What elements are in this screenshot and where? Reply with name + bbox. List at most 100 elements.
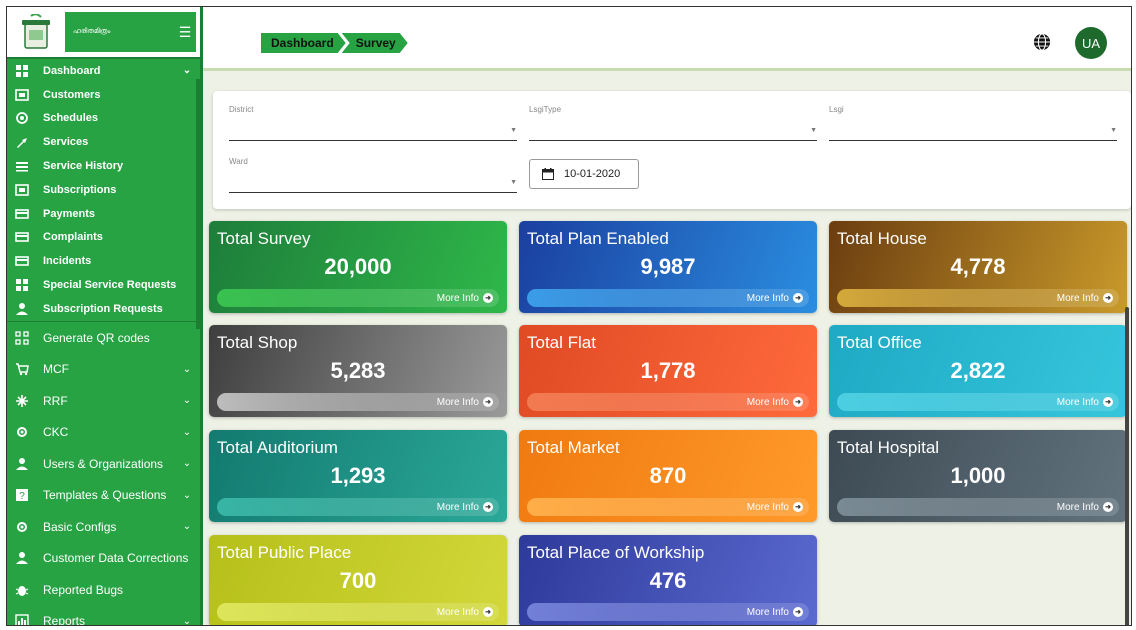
reports-icon [13,614,31,625]
more-info-link[interactable]: More Info ➜ [217,498,499,516]
brand-logo[interactable] [13,9,59,55]
card-title: Total Shop [217,333,298,352]
sidebar-item-customers[interactable]: Customers [7,83,200,107]
svg-text:?: ? [19,491,25,502]
more-info-label: More Info [746,501,789,513]
arrow-circle-icon: ➜ [483,607,493,617]
complaints-icon [13,230,31,244]
card-value: 2,822 [950,358,1006,383]
sidebar-item-label: MCF [43,362,69,377]
more-info-label: More Info [746,606,789,618]
chevron-down-icon[interactable]: ⌄ [180,490,194,501]
breadcrumb-survey[interactable]: Survey [342,33,408,53]
ward-label: Ward [229,157,248,166]
sidebar-item-users-organizations[interactable]: Users & Organizations ⌄ [7,448,200,480]
date-picker-button[interactable]: 10-01-2020 [529,159,639,189]
more-info-link[interactable]: More Info ➜ [527,393,809,411]
sidebar-item-special-service-requests[interactable]: Special Service Requests [7,273,200,297]
brand-bar: ഹരിതമിത്രം ☰ [7,7,200,59]
district-select[interactable]: District ▼ [229,105,517,141]
sidebar-item-label: Services [43,136,89,149]
sidebar-item-label: Schedules [43,112,99,125]
caret-down-icon: ▼ [1110,127,1117,134]
card-title: Total House [837,229,927,248]
sidebar-item-label: Special Service Requests [43,279,177,292]
more-info-label: More Info [1056,396,1099,408]
menu-toggle-button[interactable]: ☰ [174,12,196,52]
chevron-down-icon[interactable]: ⌄ [180,458,194,469]
sidebar-item-basic-configs[interactable]: Basic Configs ⌄ [7,511,200,543]
more-info-link[interactable]: More Info ➜ [527,498,809,516]
more-info-label: More Info [1056,292,1099,304]
sidebar-item-payments[interactable]: Payments [7,202,200,226]
breadcrumb-dashboard[interactable]: Dashboard [261,33,346,53]
arrow-circle-icon: ➜ [793,397,803,407]
sidebar-item-templates-questions[interactable]: ? Templates & Questions ⌄ [7,479,200,511]
sidebar-item-service-history[interactable]: Service History [7,154,200,178]
sidebar-item-label: Generate QR codes [43,330,150,345]
sidebar-item-schedules[interactable]: Schedules [7,107,200,131]
chevron-down-icon[interactable]: ⌄ [180,616,194,625]
sidebar-item-mcf[interactable]: MCF ⌄ [7,353,200,385]
sidebar-item-customer-data-corrections[interactable]: Customer Data Corrections [7,542,200,574]
more-info-link[interactable]: More Info ➜ [837,393,1119,411]
card-value: 1,000 [950,463,1006,488]
more-info-label: More Info [436,396,479,408]
payments-icon [13,207,31,221]
chevron-down-icon[interactable]: ⌄ [180,521,194,532]
sidebar-nav: Dashboard ⌄ Customers Schedules Services Serv… [7,59,200,625]
globe-icon[interactable] [1033,33,1051,51]
sidebar-item-reported-bugs[interactable]: Reported Bugs [7,574,200,606]
more-info-label: More Info [436,292,479,304]
chevron-down-icon[interactable]: ⌄ [180,65,194,76]
user-avatar[interactable]: UA [1075,27,1107,59]
breadcrumb: Dashboard Survey [261,33,404,53]
sidebar-item-label: Subscription Requests [43,302,163,315]
sidebar-item-incidents[interactable]: Incidents [7,249,200,273]
lsgi-select[interactable]: Lsgi ▼ [829,105,1117,141]
arrow-circle-icon: ➜ [483,397,493,407]
chevron-down-icon[interactable]: ⌄ [180,395,194,406]
more-info-link[interactable]: More Info ➜ [217,289,499,307]
more-info-link[interactable]: More Info ➜ [837,289,1119,307]
chevron-down-icon[interactable]: ⌄ [180,364,194,375]
rrf-icon [13,394,31,408]
main-scrollbar[interactable] [1125,307,1129,625]
stat-card-total-market: Total Market 870 More Info ➜ [519,430,817,522]
sidebar-item-label: Complaints [43,231,103,244]
customers-icon [13,88,31,102]
sidebar-item-subscription-requests[interactable]: Subscription Requests [7,297,200,321]
stat-card-total-public-place: Total Public Place 700 More Info ➜ [209,535,507,625]
more-info-link[interactable]: More Info ➜ [527,603,809,621]
stat-card-total-shop: Total Shop 5,283 More Info ➜ [209,325,507,417]
card-title: Total Survey [217,229,311,248]
more-info-label: More Info [436,606,479,618]
more-info-link[interactable]: More Info ➜ [837,498,1119,516]
sidebar: ഹരിതമിത്രം ☰ Dashboard ⌄ Customers Schedule… [7,7,203,625]
sidebar-item-subscriptions[interactable]: Subscriptions [7,178,200,202]
sidebar-item-rrf[interactable]: RRF ⌄ [7,385,200,417]
sidebar-item-services[interactable]: Services [7,130,200,154]
lsgi-type-label: LsgiType [529,105,562,114]
lsgi-type-select[interactable]: LsgiType ▼ [529,105,817,141]
more-info-label: More Info [746,396,789,408]
sidebar-item-ckc[interactable]: CKC ⌄ [7,416,200,448]
ckc-icon [13,425,31,439]
card-title: Total Hospital [837,438,940,457]
data-corrections-icon [13,551,31,565]
sidebar-item-label: Service History [43,160,124,173]
sidebar-item-generate-qr-codes[interactable]: Generate QR codes [7,322,200,354]
chevron-down-icon[interactable]: ⌄ [180,427,194,438]
sidebar-item-complaints[interactable]: Complaints [7,226,200,250]
sidebar-scrollbar[interactable] [196,79,200,329]
services-icon [13,135,31,149]
ward-select[interactable]: Ward ▼ [229,157,517,193]
sidebar-item-dashboard[interactable]: Dashboard ⌄ [7,59,200,83]
users-icon [13,457,31,471]
card-value: 1,778 [640,358,696,383]
more-info-link[interactable]: More Info ➜ [527,289,809,307]
arrow-circle-icon: ➜ [1103,397,1113,407]
more-info-link[interactable]: More Info ➜ [217,393,499,411]
more-info-link[interactable]: More Info ➜ [217,603,499,621]
sidebar-item-reports[interactable]: Reports ⌄ [7,605,200,625]
